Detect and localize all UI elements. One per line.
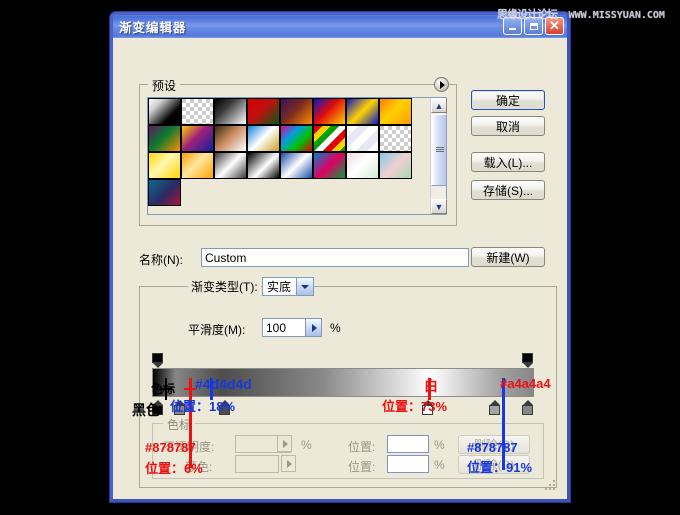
name-label: 名称(N): <box>139 253 183 267</box>
opacity-stop-swatch <box>522 353 533 363</box>
preset-swatch[interactable] <box>280 125 313 152</box>
scrollbar-grip <box>436 147 444 153</box>
preset-swatch[interactable] <box>280 98 313 125</box>
preset-group-label: 预设 <box>148 77 181 94</box>
position-unit-1: % <box>434 438 445 452</box>
dialog-body: 预设 ▲ ▼ 确定 取消 载入(L)... 存储(S)... 新建(W) 名称(… <box>119 42 561 494</box>
opacity-stop-swatch <box>152 353 163 363</box>
watermark-url-text: WWW.MISSYUAN.COM <box>568 10 665 21</box>
scrollbar-thumb[interactable] <box>431 114 447 186</box>
preset-swatch-grid[interactable] <box>148 98 430 214</box>
gradient-type-value: 实底 <box>267 280 292 294</box>
smoothness-unit: % <box>330 321 341 335</box>
preset-swatch[interactable] <box>214 98 247 125</box>
color-stop-swatch <box>522 405 533 415</box>
annotation-white-label: 白 <box>424 378 438 394</box>
smoothness-label: 平滑度(M): <box>188 323 246 337</box>
preset-swatch[interactable] <box>148 98 181 125</box>
preset-scrollbar[interactable]: ▲ ▼ <box>430 98 447 214</box>
preset-swatch[interactable] <box>247 125 280 152</box>
window-title: 渐变编辑器 <box>119 21 187 35</box>
preset-swatch-row <box>148 125 430 152</box>
preset-menu-arrow-icon[interactable] <box>434 77 449 92</box>
position-unit-2: % <box>434 458 445 472</box>
preset-swatch-row <box>148 152 430 179</box>
gradient-editor-window: 渐变编辑器 ✕ 预设 ▲ ▼ 确定 取消 载入(L)... 存储(S)... 新… <box>110 12 570 502</box>
preset-swatch[interactable] <box>181 98 214 125</box>
annotation-position-18: 位置：18% <box>170 399 236 414</box>
save-button[interactable]: 存储(S)... <box>471 180 545 200</box>
preset-swatch[interactable] <box>280 152 313 179</box>
preset-swatch[interactable] <box>346 98 379 125</box>
annotation-position-73: 位置：73% <box>382 399 448 414</box>
position-input-1[interactable] <box>387 435 429 453</box>
scroll-down-icon[interactable]: ▼ <box>431 199 447 214</box>
smoothness-spinner-icon[interactable] <box>305 319 321 336</box>
preset-swatch[interactable] <box>346 125 379 152</box>
annotation-hex-878787-left: #878787 <box>145 440 196 455</box>
preset-swatch[interactable] <box>214 125 247 152</box>
preset-swatch-row <box>148 98 430 125</box>
preset-swatch[interactable] <box>247 98 280 125</box>
preset-swatch[interactable] <box>379 98 412 125</box>
chevron-down-icon[interactable] <box>296 278 313 295</box>
preset-group: 预设 ▲ ▼ <box>139 77 457 226</box>
position-label-2: 位置: <box>348 460 376 474</box>
ok-button[interactable]: 确定 <box>471 90 545 110</box>
opacity-unit: % <box>301 438 312 452</box>
preset-swatch[interactable] <box>247 152 280 179</box>
position-input-2[interactable] <box>387 455 429 473</box>
preset-swatch[interactable] <box>148 152 181 179</box>
preset-swatch[interactable] <box>148 125 181 152</box>
opacity-stop-tip-icon <box>153 363 163 368</box>
name-row: 名称(N): Custom <box>139 248 469 268</box>
color-stop-swatch <box>488 405 500 415</box>
preset-swatch[interactable] <box>181 125 214 152</box>
annotation-position-6: 位置：6% <box>145 461 203 476</box>
preset-swatch[interactable] <box>214 152 247 179</box>
annotation-hex-4d4d4d: #4d4d4d <box>195 376 252 392</box>
watermark-cn-text: 思缘设计论坛 <box>497 8 558 21</box>
gradient-type-select[interactable]: 实底 <box>262 277 314 296</box>
resize-grip-icon[interactable] <box>545 479 557 491</box>
preset-swatch[interactable] <box>313 152 346 179</box>
color-spinner-icon[interactable] <box>281 455 296 472</box>
preset-swatch-row <box>148 179 430 206</box>
preset-swatch[interactable] <box>148 179 181 206</box>
color-stop-marker[interactable] <box>488 400 501 415</box>
annotation-black-label: 黑色 <box>132 402 160 418</box>
annotation-stop-label: 色标 <box>151 382 176 396</box>
opacity-spinner-icon[interactable] <box>277 435 292 452</box>
annotation-hex-878787-right: #878787 <box>467 440 518 455</box>
site-watermark: 思缘设计论坛 WWW.MISSYUAN.COM <box>497 6 665 22</box>
color-swatch-input[interactable] <box>235 455 279 473</box>
window-client-area: 预设 ▲ ▼ 确定 取消 载入(L)... 存储(S)... 新建(W) 名称(… <box>113 38 567 499</box>
annotation-position-91: 位置：91% <box>467 460 533 475</box>
maximize-icon <box>529 22 538 30</box>
name-input[interactable]: Custom <box>201 248 469 267</box>
new-button[interactable]: 新建(W) <box>471 247 545 267</box>
load-button[interactable]: 载入(L)... <box>471 152 545 172</box>
opacity-stop-marker[interactable] <box>522 353 534 368</box>
preset-swatch[interactable] <box>379 125 412 152</box>
preset-swatch[interactable] <box>313 125 346 152</box>
annotation-hex-a4a4a4: #a4a4a4 <box>500 376 551 391</box>
opacity-stop-marker[interactable] <box>152 353 164 368</box>
opacity-stop-tip-icon <box>523 363 533 368</box>
cancel-button[interactable]: 取消 <box>471 116 545 136</box>
preset-swatch[interactable] <box>346 152 379 179</box>
position-label-1: 位置: <box>348 440 376 454</box>
preset-swatch[interactable] <box>379 152 412 179</box>
preset-swatch[interactable] <box>313 98 346 125</box>
color-stop-marker[interactable] <box>522 400 534 415</box>
preset-swatch[interactable] <box>181 152 214 179</box>
close-icon: ✕ <box>549 18 560 33</box>
scroll-up-icon[interactable]: ▲ <box>431 98 447 113</box>
gradient-type-label: 渐变类型(T): <box>188 278 261 295</box>
minimize-icon <box>509 28 516 30</box>
preset-swatch-panel[interactable]: ▲ ▼ <box>147 97 447 215</box>
